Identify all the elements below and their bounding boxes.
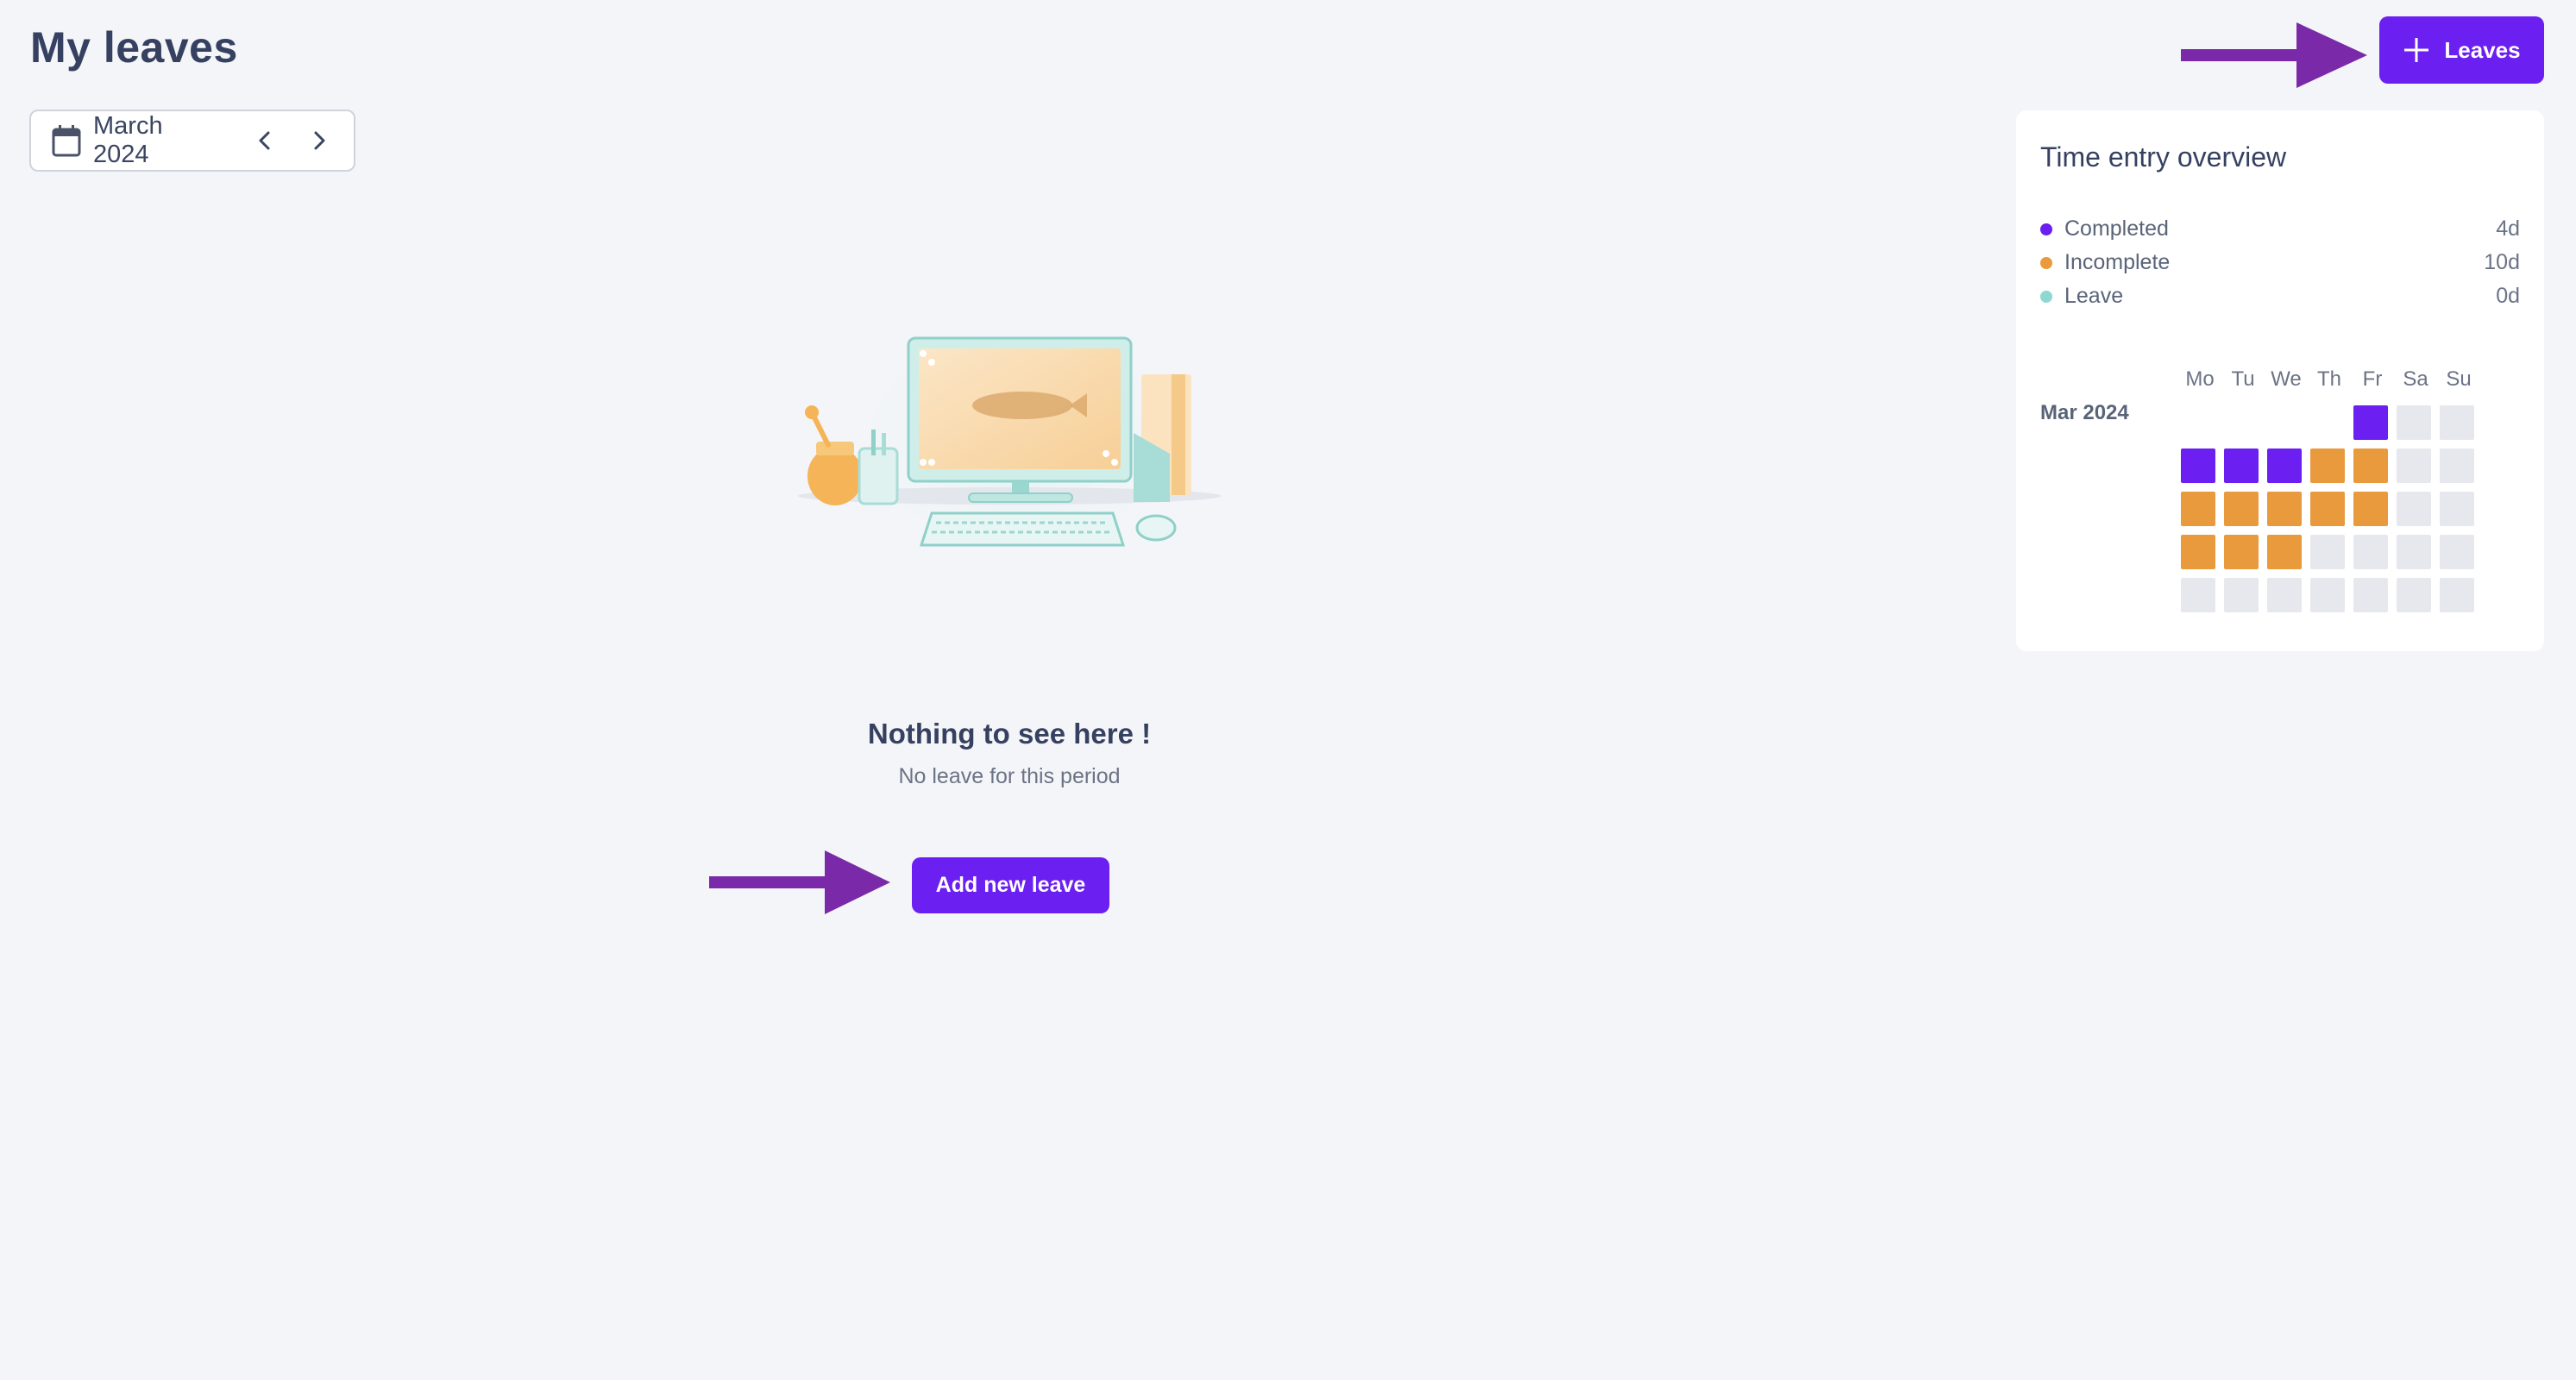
calendar-day-cell-completed[interactable]	[2224, 448, 2259, 483]
empty-state-subtitle: No leave for this period	[898, 764, 1121, 788]
calendar-day-cell-completed[interactable]	[2353, 405, 2388, 440]
calendar-day-cell-blank	[2310, 405, 2345, 440]
legend-label: Leave	[2064, 284, 2124, 308]
chevron-left-icon	[259, 131, 270, 150]
calendar-day-cell-empty[interactable]	[2397, 405, 2431, 440]
weekday-label: We	[2271, 367, 2302, 391]
calendar-day-cell-empty[interactable]	[2397, 492, 2431, 526]
calendar-day-cell-incomplete[interactable]	[2224, 492, 2259, 526]
calendar-day-cell-empty[interactable]	[2181, 578, 2215, 612]
calendar-day-cell-empty[interactable]	[2310, 578, 2345, 612]
calendar-day-cell-empty[interactable]	[2397, 535, 2431, 569]
calendar-day-cell-empty[interactable]	[2440, 492, 2474, 526]
calendar-day-cell-empty[interactable]	[2353, 535, 2388, 569]
calendar-day-cell-incomplete[interactable]	[2224, 535, 2259, 569]
legend-value: 0d	[2496, 284, 2520, 308]
calendar-day-cell-empty[interactable]	[2397, 578, 2431, 612]
calendar-day-cell-blank	[2267, 405, 2302, 440]
calendar-day-cell-empty[interactable]	[2440, 448, 2474, 483]
add-leaves-label: Leaves	[2444, 36, 2521, 63]
calendar-day-cell-completed[interactable]	[2267, 448, 2302, 483]
legend-item-completed: Completed 4d	[2040, 212, 2520, 246]
calendar-day-cell-incomplete[interactable]	[2310, 492, 2345, 526]
empty-state-illustration	[798, 302, 1221, 578]
annotation-arrow-top	[2181, 22, 2367, 88]
weekday-label: Sa	[2403, 367, 2428, 391]
next-month-button[interactable]	[299, 121, 338, 160]
time-entry-overview-card: Time entry overview Completed 4d Incompl…	[2016, 110, 2544, 651]
annotation-arrow-bottom	[709, 850, 890, 914]
previous-month-button[interactable]	[246, 121, 285, 160]
month-picker: March 2024	[29, 110, 355, 172]
weekday-label: Su	[2446, 367, 2472, 391]
completed-dot-icon	[2040, 223, 2052, 235]
calendar-day-cell-incomplete[interactable]	[2181, 492, 2215, 526]
legend-label: Incomplete	[2064, 250, 2171, 274]
page-title: My leaves	[30, 23, 238, 72]
calendar-day-cell-empty[interactable]	[2440, 535, 2474, 569]
weekday-label: Th	[2316, 367, 2341, 391]
overview-legend: Completed 4d Incomplete 10d Leave 0d	[2040, 212, 2520, 313]
legend-label: Completed	[2064, 216, 2169, 241]
legend-value: 4d	[2496, 216, 2520, 241]
calendar-day-cell-incomplete[interactable]	[2310, 448, 2345, 483]
chevron-right-icon	[314, 131, 325, 150]
calendar-day-cell-empty[interactable]	[2397, 448, 2431, 483]
calendar-day-cell-incomplete[interactable]	[2267, 492, 2302, 526]
empty-state-title: Nothing to see here !	[867, 718, 1152, 750]
calendar-icon[interactable]	[52, 124, 81, 157]
legend-item-leave: Leave 0d	[2040, 279, 2520, 313]
weekday-label: Mo	[2185, 367, 2215, 391]
calendar-heatmap	[2181, 405, 2474, 612]
calendar-day-cell-incomplete[interactable]	[2267, 535, 2302, 569]
calendar-month-label: Mar 2024	[2040, 401, 2129, 424]
calendar-day-cell-empty[interactable]	[2267, 578, 2302, 612]
plus-icon	[2403, 36, 2430, 64]
calendar-day-cell-blank	[2224, 405, 2259, 440]
calendar-day-cell-incomplete[interactable]	[2353, 492, 2388, 526]
add-leaves-button[interactable]: Leaves	[2379, 16, 2544, 84]
add-new-leave-button[interactable]: Add new leave	[912, 857, 1109, 913]
calendar-day-cell-incomplete[interactable]	[2181, 535, 2215, 569]
legend-value: 10d	[2484, 250, 2520, 274]
calendar-day-cell-empty[interactable]	[2224, 578, 2259, 612]
calendar-day-cell-empty[interactable]	[2310, 535, 2345, 569]
weekday-header: Mo Tu We Th Fr Sa Su	[2178, 367, 2480, 392]
calendar-day-cell-empty[interactable]	[2440, 578, 2474, 612]
weekday-label: Fr	[2362, 367, 2383, 391]
legend-item-incomplete: Incomplete 10d	[2040, 246, 2520, 279]
calendar-day-cell-completed[interactable]	[2181, 448, 2215, 483]
calendar-day-cell-empty[interactable]	[2440, 405, 2474, 440]
overview-title: Time entry overview	[2040, 141, 2287, 172]
calendar-day-cell-empty[interactable]	[2353, 578, 2388, 612]
month-label[interactable]: March 2024	[93, 112, 222, 169]
weekday-label: Tu	[2231, 367, 2255, 391]
calendar-day-cell-blank	[2181, 405, 2215, 440]
leave-dot-icon	[2040, 290, 2052, 303]
incomplete-dot-icon	[2040, 256, 2052, 269]
calendar-day-cell-incomplete[interactable]	[2353, 448, 2388, 483]
